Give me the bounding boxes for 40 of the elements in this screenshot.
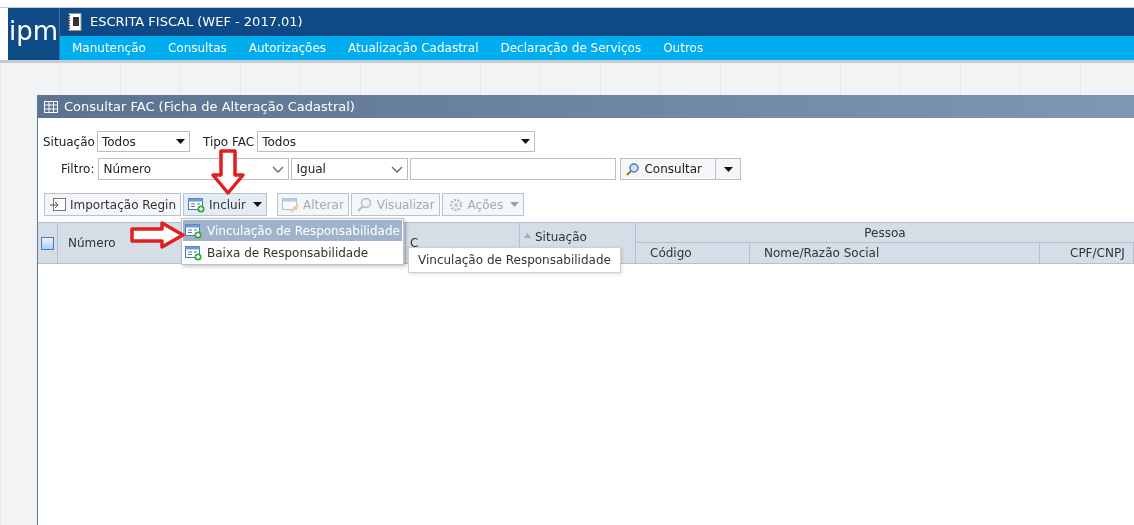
sort-icon	[524, 233, 531, 238]
situacao-label: Situação	[43, 133, 95, 151]
search-icon	[626, 162, 641, 176]
operator-select[interactable]: Igual	[291, 158, 409, 180]
form-add-icon	[185, 244, 203, 261]
ipm-logo: ipm	[8, 8, 60, 60]
select-all-checkbox[interactable]	[41, 236, 54, 250]
toolbar-button[interactable]: Incluir	[183, 193, 267, 216]
column-header[interactable]: CPF/CNPJ	[1040, 243, 1134, 263]
caret-icon	[521, 139, 531, 144]
caret-icon	[510, 202, 520, 207]
tooltip: Vinculação de Responsabilidade	[408, 247, 621, 273]
magnifier-icon	[355, 196, 374, 213]
edit-form-icon	[282, 196, 300, 213]
chevron-icon	[391, 165, 404, 173]
filtro-label: Filtro:	[61, 161, 95, 178]
group-header: Pessoa	[636, 223, 1134, 243]
consultar-menu-button[interactable]	[716, 158, 742, 180]
app-title: ESCRITA FISCAL (WEF - 2017.01)	[90, 13, 303, 32]
tipo-fac-select[interactable]: Todos	[257, 131, 536, 152]
menu-option[interactable]: Baixa de Responsabilidade	[183, 242, 402, 263]
caret-icon	[723, 166, 733, 172]
form-add-icon	[185, 222, 203, 239]
column-header[interactable]: Nome/Razão Social	[750, 243, 1040, 263]
tipo-fac-label: Tipo FAC	[202, 133, 255, 151]
chevron-icon	[272, 165, 285, 173]
caret-icon	[175, 139, 185, 144]
down-arrow-icon	[210, 149, 246, 196]
situacao-select[interactable]: Todos	[96, 131, 190, 152]
column-header[interactable]: Situação	[535, 228, 587, 246]
search-input[interactable]	[410, 158, 617, 180]
toolbar-button[interactable]: Importação Regin	[44, 193, 182, 216]
window-title: Consultar FAC (Ficha de Alteração Cadastral)	[64, 97, 355, 116]
caret-icon	[253, 202, 262, 207]
import-icon	[49, 196, 67, 213]
column-header[interactable]: Código	[636, 243, 750, 263]
table-icon	[44, 100, 58, 113]
form-add-icon	[188, 196, 207, 213]
ledger-book-icon	[68, 13, 82, 31]
consultar-button[interactable]: Consultar	[620, 158, 717, 180]
